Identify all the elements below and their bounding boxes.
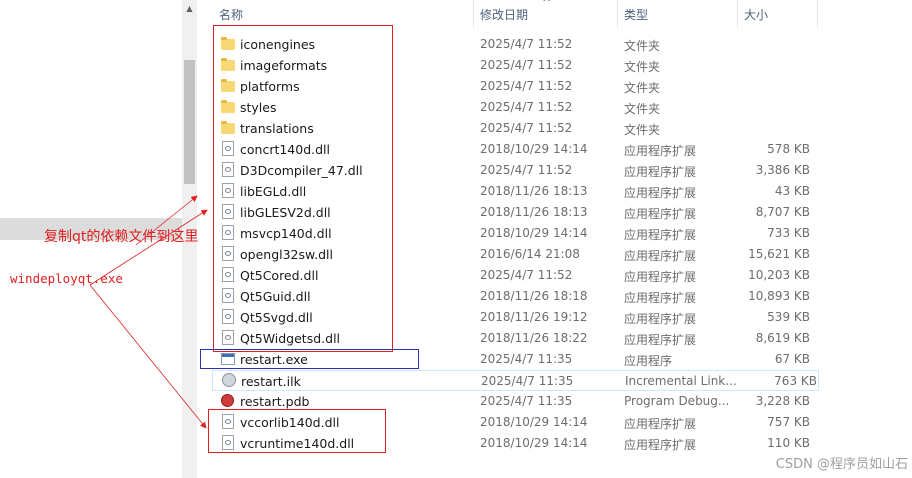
- annotation-arrows: [89, 195, 208, 429]
- arrow-to-dependencies: [135, 195, 198, 246]
- watermark: CSDN @程序员如山石: [775, 457, 908, 472]
- arrow-tool-to-runtime: [89, 284, 207, 429]
- arrow-tool-to-dependencies: [89, 209, 208, 286]
